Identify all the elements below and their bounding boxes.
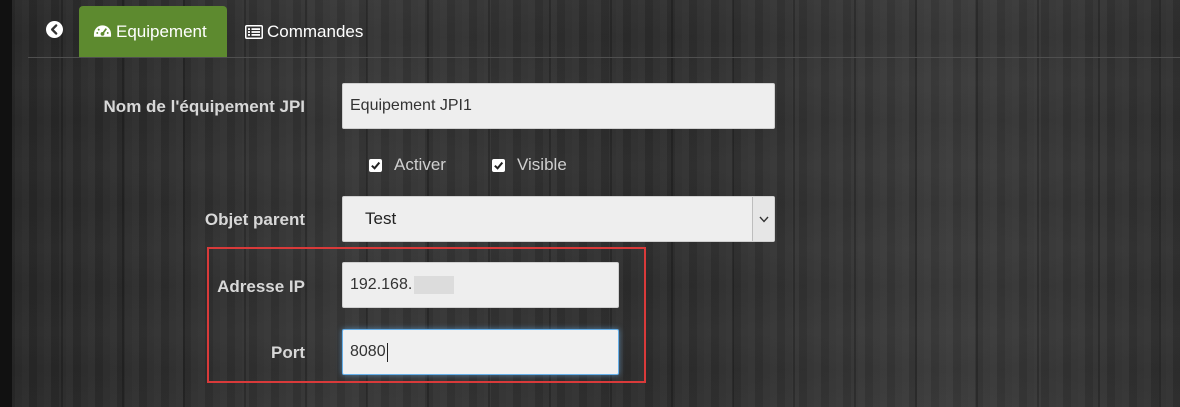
list-icon <box>245 24 263 39</box>
tab-commandes[interactable]: Commandes <box>245 6 363 57</box>
tab-bar: Equipement Commandes <box>28 6 1180 58</box>
check-icon <box>369 158 382 172</box>
visible-checkbox[interactable]: Visible <box>492 155 567 175</box>
equipment-name-input[interactable]: Equipement JPI1 <box>342 83 775 129</box>
equipment-name-value: Equipement JPI1 <box>350 97 472 114</box>
redacted-mask <box>414 276 455 294</box>
port-label: Port <box>271 343 305 362</box>
dashboard-icon <box>93 24 112 40</box>
port-input[interactable]: 8080 <box>342 329 619 375</box>
parent-object-value: Test <box>365 209 397 228</box>
equipment-name-label: Nom de l'équipement JPI <box>103 97 305 116</box>
tab-equipement-label: Equipement <box>116 21 207 41</box>
left-edge-panel <box>0 0 12 407</box>
activer-checkbox[interactable]: Activer <box>369 155 446 175</box>
tab-equipement[interactable]: Equipement <box>79 6 227 57</box>
tab-commandes-label: Commandes <box>267 21 364 41</box>
activer-label: Activer <box>394 155 446 174</box>
ip-address-value: 192.168. <box>350 276 413 293</box>
visible-label: Visible <box>517 155 567 174</box>
parent-object-label: Objet parent <box>204 210 305 229</box>
port-value: 8080 <box>350 343 386 360</box>
arrow-circle-left-icon <box>45 20 63 43</box>
check-icon <box>492 158 505 172</box>
parent-object-select[interactable]: Test <box>342 196 775 242</box>
chevron-down-icon <box>752 197 774 241</box>
ip-address-label: Adresse IP <box>217 277 305 296</box>
text-cursor <box>386 342 388 362</box>
back-button[interactable] <box>38 6 70 57</box>
ip-address-input[interactable]: 192.168. <box>342 262 619 308</box>
